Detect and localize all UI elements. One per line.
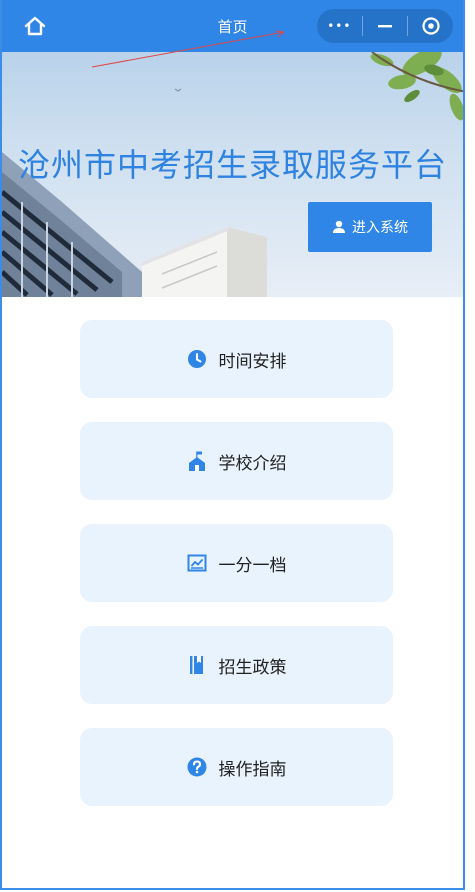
close-button[interactable] [408, 9, 453, 43]
chart-icon [187, 553, 207, 573]
menu-item-label: 时间安排 [218, 351, 287, 372]
menu-item-label: 学校介绍 [218, 453, 287, 474]
menu-item-label: 一分一档 [218, 555, 287, 576]
close-target-icon [422, 17, 440, 35]
more-button[interactable]: ••• [317, 9, 362, 43]
hero-banner: 沧州市中考招生录取服务平台 进入系统 [2, 52, 463, 297]
more-icon: ••• [327, 19, 352, 33]
top-nav-bar: 首页 ••• [2, 0, 463, 52]
menu-item-policy[interactable]: 招生政策 [80, 626, 393, 704]
menu-item-schools[interactable]: 学校介绍 [80, 422, 393, 500]
menu-item-label: 招生政策 [218, 657, 287, 678]
menu-item-guide[interactable]: 操作指南 [80, 728, 393, 806]
menu-item-score-rank[interactable]: 一分一档 [80, 524, 393, 602]
enter-system-label: 进入系统 [352, 220, 408, 236]
enter-system-button[interactable]: 进入系统 [308, 202, 432, 252]
menu-item-label: 操作指南 [218, 759, 287, 780]
minimize-button[interactable] [363, 9, 408, 43]
minimize-icon [378, 25, 392, 28]
user-icon [333, 220, 345, 233]
banner-title: 沧州市中考招生录取服务平台 [17, 146, 447, 184]
school-icon [187, 451, 207, 471]
book-icon [187, 655, 207, 675]
help-icon [187, 757, 207, 777]
clock-icon [187, 349, 207, 369]
app-frame: 首页 ••• 沧州市中考招生录取服务平台 进入系统 时间安排 学校介绍 一分一档… [0, 0, 465, 890]
mini-program-capsule: ••• [317, 9, 453, 43]
menu-item-schedule[interactable]: 时间安排 [80, 320, 393, 398]
